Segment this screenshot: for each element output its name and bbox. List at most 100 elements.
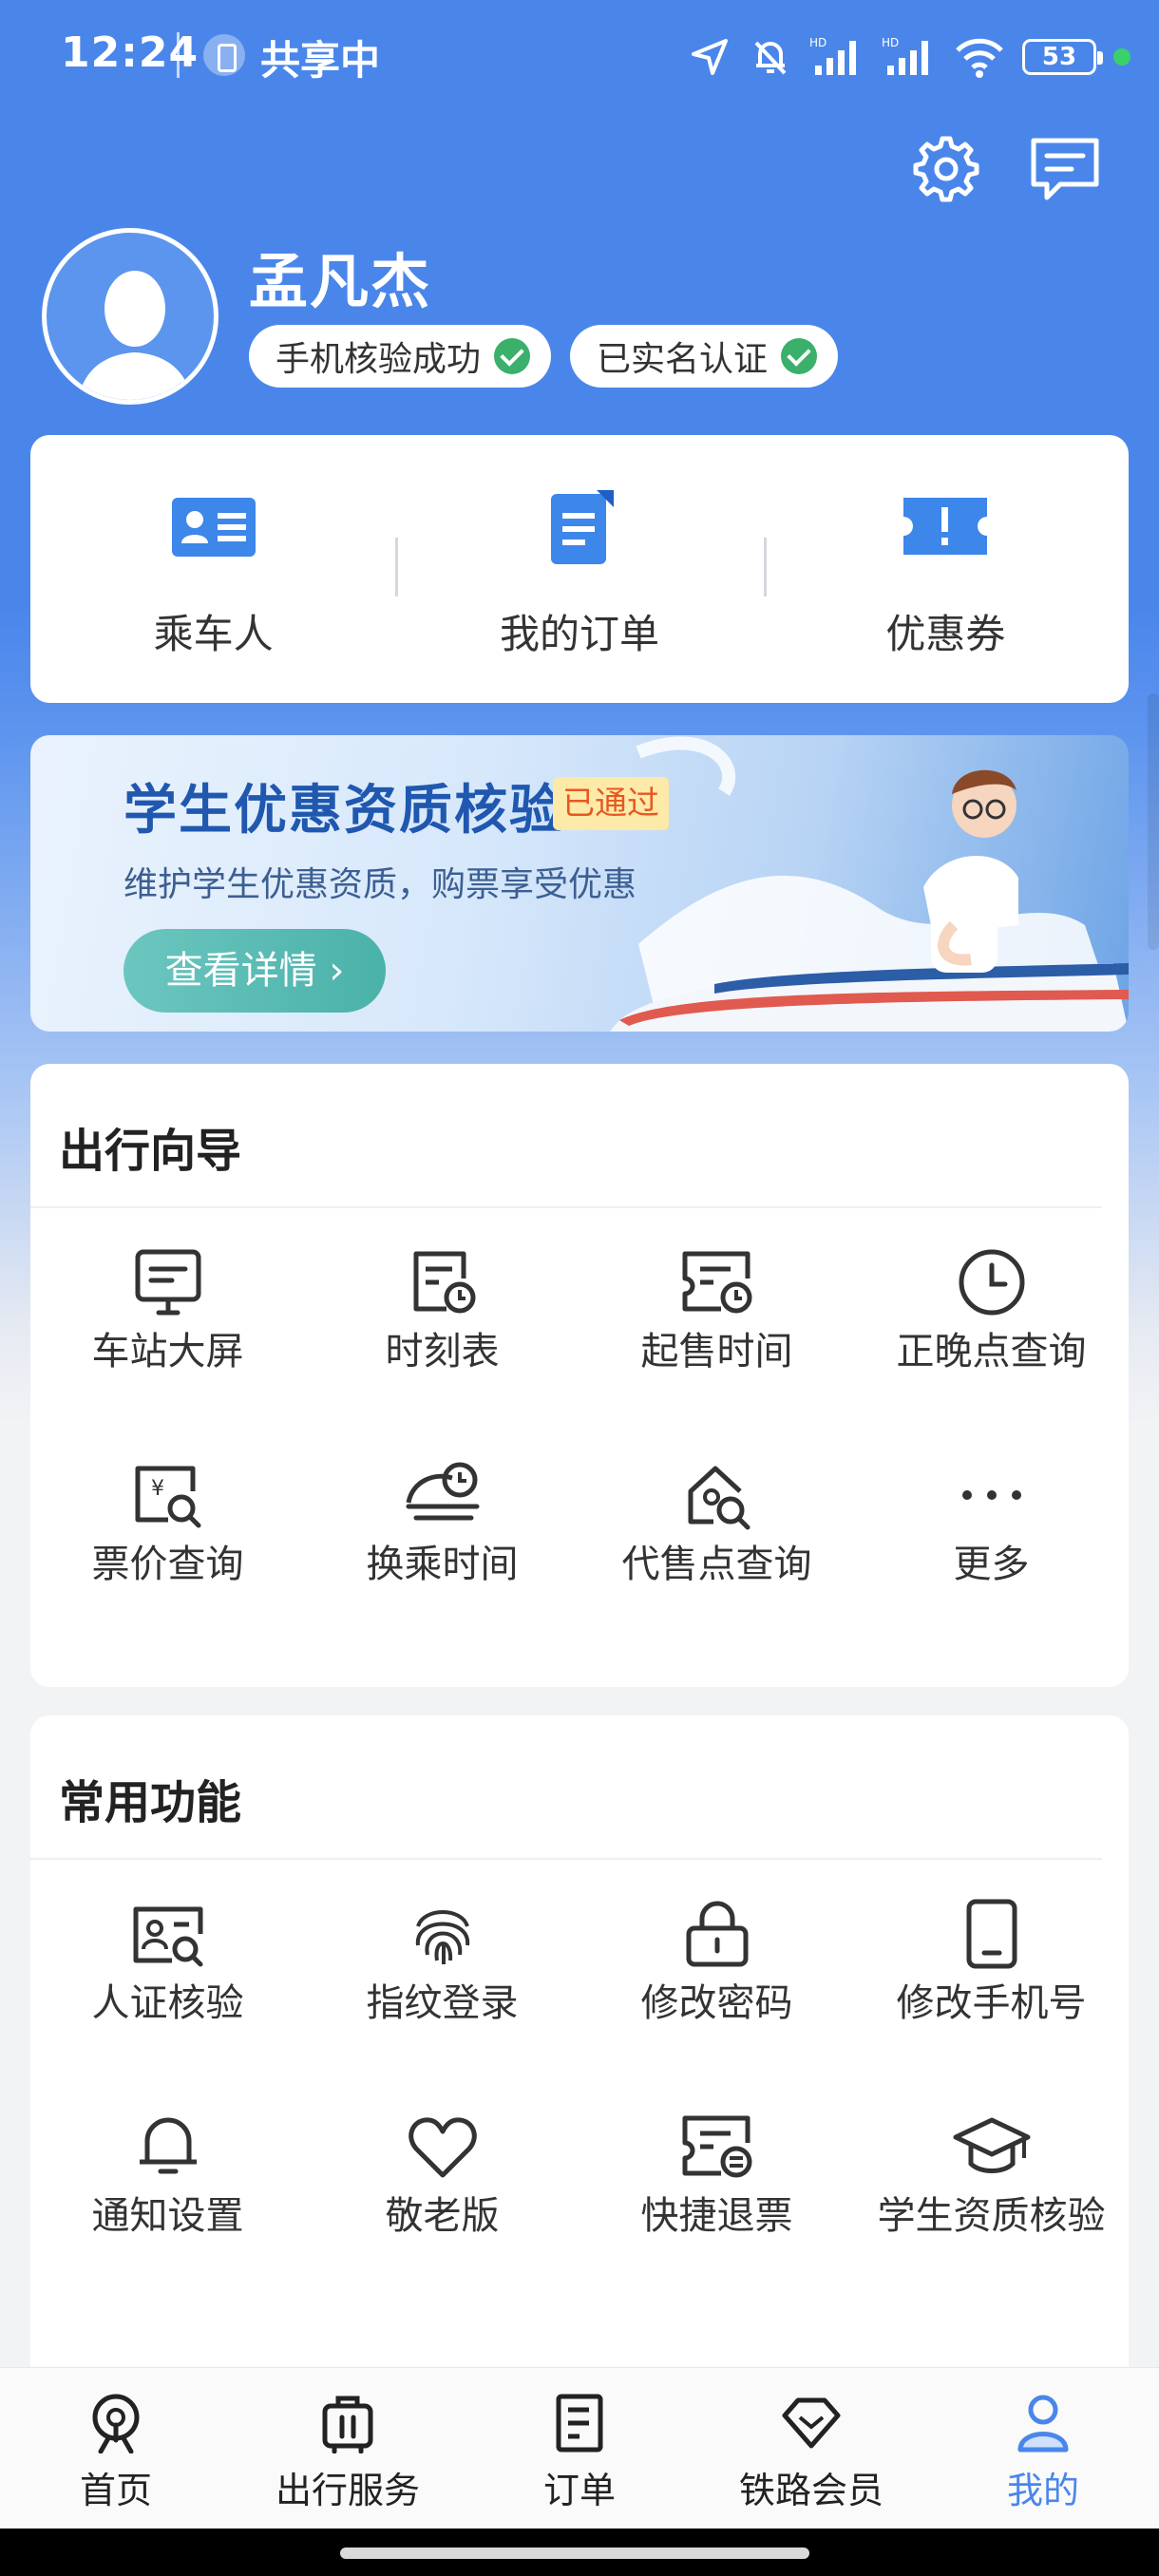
bell-icon [139, 2117, 197, 2174]
item-label: 车站大屏 [91, 1330, 244, 1373]
item-label: 指纹登录 [366, 1981, 519, 2025]
scrollbar[interactable] [1148, 693, 1159, 950]
status-bar: 12:24 共享中 HD HD 53 [0, 0, 1159, 114]
quick-actions-card: 乘车人 我的订单 优惠券 [30, 435, 1129, 703]
home-indicator[interactable] [340, 2548, 809, 2559]
delay-query-item[interactable]: 正晚点查询 [854, 1241, 1129, 1453]
agency-search-icon [688, 1466, 750, 1530]
status-divider [177, 32, 180, 78]
clock-icon [959, 1249, 1024, 1316]
view-details-button[interactable]: 查看详情 › [124, 929, 386, 1013]
nav-label: 铁路会员 [738, 2470, 884, 2511]
passenger-card-icon [171, 498, 256, 557]
item-label: 更多 [953, 1543, 1030, 1586]
coupon-icon [903, 498, 988, 555]
phone-verified-badge: 手机核验成功 [249, 325, 552, 388]
item-label: 正晚点查询 [896, 1330, 1087, 1373]
system-navigation-bar [0, 2529, 1159, 2576]
section-title: 常用功能 [59, 1776, 242, 1829]
item-label: 起售时间 [640, 1330, 793, 1373]
luggage-icon [322, 2396, 373, 2453]
divider [30, 1858, 1102, 1860]
message-icon[interactable] [1028, 133, 1102, 205]
timetable-icon [413, 1251, 475, 1314]
banner-title: 学生优惠资质核验 [124, 780, 564, 842]
student-verify-banner[interactable]: 学生优惠资质核验 已通过 维护学生优惠资质，购票享受优惠 查看详情 › [30, 735, 1129, 1032]
nav-mine[interactable]: 我的 [927, 2368, 1159, 2529]
transfer-time-icon [406, 1462, 479, 1521]
signal-icon-2: HD [882, 36, 928, 75]
quick-label: 我的订单 [499, 611, 659, 657]
divider [30, 1206, 1102, 1208]
fingerprint-login-item[interactable]: 指纹登录 [305, 1892, 580, 2105]
timetable-item[interactable]: 时刻表 [305, 1241, 580, 1453]
nav-railway-member[interactable]: 铁路会员 [695, 2368, 927, 2529]
agency-query-item[interactable]: 代售点查询 [580, 1453, 854, 1666]
home-train-icon [92, 2394, 140, 2453]
gear-icon[interactable] [910, 133, 982, 205]
elder-mode-item[interactable]: 敬老版 [305, 2105, 580, 2318]
lock-icon [686, 1901, 748, 1967]
check-icon [494, 338, 531, 374]
share-status-label: 共享中 [260, 37, 381, 84]
item-label: 票价查询 [91, 1543, 244, 1586]
item-label: 时刻表 [385, 1330, 500, 1373]
quick-label: 优惠券 [885, 611, 1006, 657]
more-item[interactable]: 更多 [854, 1453, 1129, 1666]
quick-my-orders[interactable]: 我的订单 [396, 435, 762, 703]
svg-text:¥: ¥ [151, 1477, 164, 1501]
change-phone-item[interactable]: 修改手机号 [854, 1892, 1129, 2105]
quick-coupons[interactable]: 优惠券 [763, 435, 1129, 703]
banner-subtitle: 维护学生优惠资质，购票享受优惠 [124, 865, 637, 904]
student-verify-item[interactable]: 学生资质核验 [854, 2105, 1129, 2318]
nav-label: 出行服务 [275, 2470, 420, 2511]
heart-icon [408, 2117, 477, 2178]
notification-settings-item[interactable]: 通知设置 [30, 2105, 305, 2318]
avatar[interactable] [42, 228, 218, 405]
fare-search-icon: ¥ [135, 1466, 200, 1528]
bottom-navigation: 首页 出行服务 订单 铁路会员 我的 [0, 2367, 1159, 2529]
sale-time-item[interactable]: 起售时间 [580, 1241, 854, 1453]
button-label: 查看详情 [164, 949, 317, 993]
wifi-icon [956, 38, 1003, 78]
fingerprint-icon [415, 1910, 469, 1964]
item-label: 换乘时间 [366, 1543, 519, 1586]
screen-share-icon [203, 34, 245, 76]
fare-query-item[interactable]: ¥ 票价查询 [30, 1453, 305, 1666]
check-icon [781, 338, 818, 374]
verification-badges: 手机核验成功 已实名认证 [249, 325, 839, 388]
quick-label: 乘车人 [153, 611, 274, 657]
common-functions-card: 常用功能 人证核验 指纹登录 修改密码 修改手机号 通知设置 敬老版 快捷退票 … [30, 1715, 1129, 2399]
order-doc-icon [550, 490, 614, 564]
nav-orders[interactable]: 订单 [464, 2368, 695, 2529]
nav-travel-services[interactable]: 出行服务 [232, 2368, 464, 2529]
nav-label: 我的 [1006, 2470, 1079, 2511]
item-label: 快捷退票 [640, 2194, 793, 2238]
item-label: 修改手机号 [896, 1981, 1087, 2025]
item-label: 通知设置 [91, 2194, 244, 2238]
quick-refund-item[interactable]: 快捷退票 [580, 2105, 854, 2318]
transfer-time-item[interactable]: 换乘时间 [305, 1453, 580, 1666]
refund-ticket-icon [682, 2115, 751, 2178]
realname-verified-badge: 已实名认证 [570, 325, 839, 388]
section-title: 出行向导 [59, 1125, 242, 1178]
change-password-item[interactable]: 修改密码 [580, 1892, 854, 2105]
signal-icon: HD [809, 36, 856, 75]
quick-passengers[interactable]: 乘车人 [30, 435, 396, 703]
badge-label: 手机核验成功 [276, 340, 482, 379]
id-verify-item[interactable]: 人证核验 [30, 1892, 305, 2105]
more-icon [961, 1490, 1021, 1500]
station-screen-item[interactable]: 车站大屏 [30, 1241, 305, 1453]
system-icons: HD HD 53 [688, 28, 1130, 85]
item-label: 修改密码 [640, 1981, 793, 2025]
nav-home[interactable]: 首页 [0, 2368, 232, 2529]
item-label: 学生资质核验 [877, 2194, 1106, 2238]
badge-label: 已实名认证 [597, 340, 769, 379]
station-screen-icon [135, 1249, 200, 1316]
privacy-dot [1113, 48, 1130, 66]
train-illustration [610, 736, 1129, 1032]
item-label: 敬老版 [385, 2194, 500, 2238]
user-avatar-icon [78, 271, 192, 400]
item-label: 代售点查询 [621, 1543, 812, 1586]
id-verify-icon [133, 1906, 202, 1967]
